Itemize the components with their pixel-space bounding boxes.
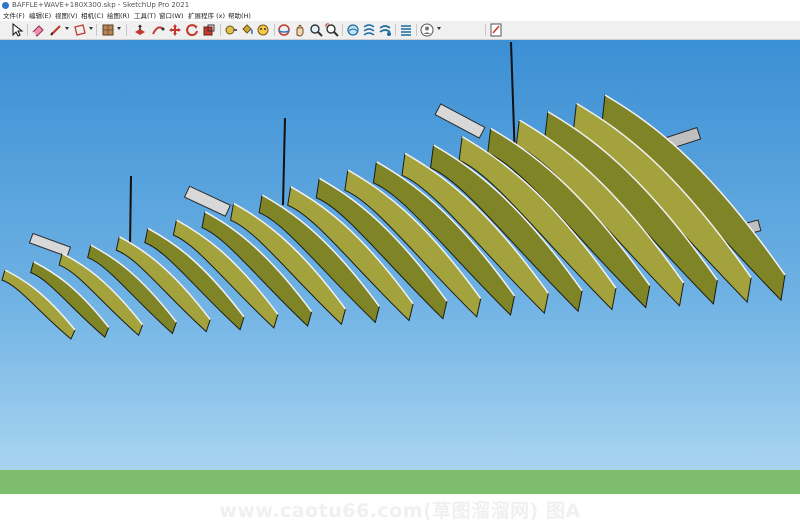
zoom-icon[interactable]: [309, 23, 323, 37]
main-toolbar: [0, 21, 800, 40]
push-pull-icon[interactable]: [133, 23, 147, 37]
window-title: BAFFLE+WAVE+180X300.skp - SketchUp Pro 2…: [12, 1, 190, 9]
menu-window[interactable]: 窗口(W): [159, 11, 184, 21]
line-pencil-icon[interactable]: [49, 23, 63, 37]
sketchup-app-icon: [2, 2, 9, 9]
menu-view[interactable]: 视图(V): [55, 11, 78, 21]
menu-edit[interactable]: 编辑(E): [29, 11, 51, 21]
select-icon[interactable]: [10, 23, 24, 37]
rotate-icon[interactable]: [185, 23, 199, 37]
shape-icon[interactable]: [73, 23, 87, 37]
menu-bar: 文件(F) 编辑(E) 视图(V) 相机(C) 绘图(R) 工具(T) 窗口(W…: [0, 11, 800, 21]
sandbox-icon[interactable]: [346, 23, 360, 37]
orbit-icon[interactable]: [277, 23, 291, 37]
menu-help[interactable]: 帮助(H): [228, 11, 251, 21]
title-bar: BAFFLE+WAVE+180X300.skp - SketchUp Pro 2…: [0, 0, 800, 11]
eraser-icon[interactable]: [31, 23, 45, 37]
ground: [0, 470, 800, 494]
component-icon[interactable]: [256, 23, 270, 37]
user-icon[interactable]: [420, 23, 434, 37]
menu-draw[interactable]: 绘图(R): [107, 11, 130, 21]
menu-file[interactable]: 文件(F): [3, 11, 25, 21]
watermark: www.caotu66.com(草图溜溜网) 图A: [219, 500, 581, 522]
menu-camera[interactable]: 相机(C): [81, 11, 104, 21]
follow-me-icon[interactable]: [151, 23, 165, 37]
menu-extensions[interactable]: 扩展程序 (x): [188, 11, 225, 21]
model-viewport[interactable]: www.caotu66.com(草图溜溜网) 图A: [0, 40, 800, 522]
scene: [0, 40, 800, 494]
material-icon[interactable]: [101, 23, 115, 37]
move-icon[interactable]: [168, 23, 182, 37]
layers-icon[interactable]: [378, 23, 392, 37]
pan-icon[interactable]: [293, 23, 307, 37]
section-icon[interactable]: [362, 23, 376, 37]
styles-icon[interactable]: [399, 23, 413, 37]
tape-measure-icon[interactable]: [224, 23, 238, 37]
scale-icon[interactable]: [202, 23, 216, 37]
paint-bucket-icon[interactable]: [240, 23, 254, 37]
menu-tools[interactable]: 工具(T): [134, 11, 156, 21]
zoom-extents-icon[interactable]: [325, 23, 339, 37]
model-info-icon[interactable]: [489, 23, 503, 37]
